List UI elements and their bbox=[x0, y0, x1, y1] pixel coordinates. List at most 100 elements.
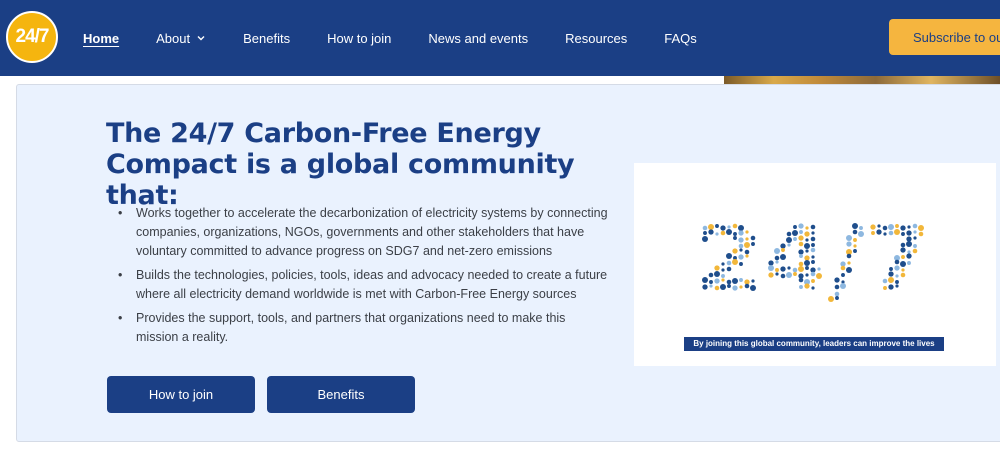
graphic-dot bbox=[727, 225, 731, 229]
graphic-dot bbox=[912, 223, 918, 229]
graphic-dot bbox=[745, 237, 749, 241]
graphic-dot bbox=[708, 229, 714, 235]
graphic-dot bbox=[780, 254, 786, 260]
graphic-dot bbox=[798, 266, 804, 272]
graphic-dot bbox=[750, 235, 756, 241]
graphic-dot bbox=[853, 244, 857, 248]
graphic-dot bbox=[811, 286, 815, 290]
graphic-dot bbox=[895, 284, 899, 288]
nav-home[interactable]: Home bbox=[83, 31, 119, 46]
graphic-dot bbox=[726, 279, 732, 285]
nav-benefits-label: Benefits bbox=[243, 30, 291, 46]
graphic-dot bbox=[780, 266, 786, 272]
graphic-dot bbox=[895, 224, 899, 228]
graphic-dot bbox=[840, 283, 846, 289]
graphic-dot bbox=[775, 272, 779, 276]
graphic-dot bbox=[714, 285, 720, 291]
graphic-dot bbox=[841, 273, 845, 277]
graphic-dot bbox=[774, 255, 780, 261]
graphic-dot bbox=[858, 231, 864, 237]
graphic-dot bbox=[888, 277, 894, 283]
graphic-dot bbox=[900, 247, 906, 253]
graphic-dot bbox=[906, 230, 912, 236]
nav-about[interactable]: About bbox=[156, 31, 206, 46]
nav-news-and-events[interactable]: News and events bbox=[428, 31, 528, 46]
graphic-dot bbox=[732, 285, 738, 291]
graphic-dot bbox=[816, 273, 822, 279]
subscribe-button[interactable]: Subscribe to ou bbox=[889, 19, 1000, 55]
graphic-dot bbox=[853, 249, 857, 253]
bullet-item: Works together to accelerate the decarbo… bbox=[118, 204, 608, 261]
graphic-dot bbox=[787, 243, 791, 247]
graphic-dot bbox=[913, 236, 917, 240]
graphic-dot bbox=[786, 272, 792, 278]
nav-faqs-label: FAQs bbox=[664, 30, 697, 46]
graphic-dot bbox=[900, 261, 906, 267]
nav-home-label: Home bbox=[83, 30, 120, 46]
graphic-dot bbox=[804, 283, 810, 289]
graphic-dot bbox=[702, 284, 708, 290]
graphic-dot bbox=[727, 284, 731, 288]
graphic-dot bbox=[798, 223, 804, 229]
graphic-dot bbox=[780, 273, 786, 279]
nav-faqs[interactable]: FAQs bbox=[664, 31, 697, 46]
site-logo[interactable]: 24/7 bbox=[6, 11, 58, 63]
graphic-dot bbox=[702, 236, 708, 242]
graphic-dot bbox=[871, 231, 875, 235]
graphic-dot bbox=[792, 230, 798, 236]
graphic-dot bbox=[738, 237, 744, 243]
graphic-dot bbox=[721, 278, 725, 282]
graphic-dot bbox=[913, 230, 917, 234]
graphic-dot bbox=[894, 229, 900, 235]
graphic-dot bbox=[870, 224, 876, 230]
graphic-dot bbox=[709, 284, 713, 288]
graphic-dot bbox=[775, 268, 779, 272]
graphic-dot bbox=[786, 231, 792, 237]
graphic-dot bbox=[907, 225, 911, 229]
graphic-dot bbox=[828, 296, 834, 302]
graphic-dot bbox=[744, 242, 750, 248]
graphic-dot bbox=[721, 262, 725, 266]
graphic-dot bbox=[811, 243, 815, 247]
graphic-dot bbox=[721, 274, 725, 278]
graphic-dot bbox=[901, 232, 905, 236]
graphic-dot bbox=[846, 267, 852, 273]
graphic-dot bbox=[720, 225, 726, 231]
hero-title: The 24/7 Carbon-Free Energy Compact is a… bbox=[106, 118, 575, 211]
graphic-dot bbox=[853, 238, 857, 242]
graphic-dot bbox=[714, 265, 720, 271]
graphic-dot bbox=[798, 241, 804, 247]
graphic-dot bbox=[739, 285, 743, 289]
how-to-join-button[interactable]: How to join bbox=[107, 376, 255, 413]
graphic-dot bbox=[726, 260, 732, 266]
graphic-dot bbox=[702, 277, 708, 283]
graphic-dot bbox=[811, 231, 815, 235]
hero-bullet-list: Works together to accelerate the decarbo… bbox=[118, 204, 608, 352]
subscribe-label: Subscribe to ou bbox=[913, 29, 1000, 45]
graphic-dot bbox=[714, 278, 720, 284]
graphic-dot bbox=[787, 266, 791, 270]
graphic-dot bbox=[918, 225, 924, 231]
nav-benefits[interactable]: Benefits bbox=[243, 31, 290, 46]
bullet-item: Provides the support, tools, and partner… bbox=[118, 309, 608, 347]
graphic-dot bbox=[889, 267, 893, 271]
graphic-dot bbox=[804, 231, 810, 237]
graphic-dot bbox=[721, 268, 725, 272]
graphic-dot bbox=[811, 255, 815, 259]
graphic-dot bbox=[888, 284, 894, 290]
nav-how-to-join-label: How to join bbox=[327, 30, 392, 46]
graphic-dot bbox=[738, 225, 744, 231]
nav-how-to-join[interactable]: How to join bbox=[327, 31, 391, 46]
graphic-dot bbox=[715, 232, 719, 236]
graphic-dot bbox=[888, 230, 894, 236]
dotted-24-7-graphic[interactable]: By joining this global community, leader… bbox=[634, 163, 996, 366]
graphic-dot bbox=[726, 253, 732, 259]
main-nav: Home About Benefits How to join News and… bbox=[83, 0, 697, 76]
graphic-dot bbox=[907, 250, 911, 254]
graphic-dot bbox=[901, 255, 905, 259]
graphic-dot bbox=[906, 241, 912, 247]
nav-resources[interactable]: Resources bbox=[565, 31, 627, 46]
benefits-button[interactable]: Benefits bbox=[267, 376, 415, 413]
nav-resources-label: Resources bbox=[565, 30, 628, 46]
graphic-dot bbox=[900, 242, 906, 248]
